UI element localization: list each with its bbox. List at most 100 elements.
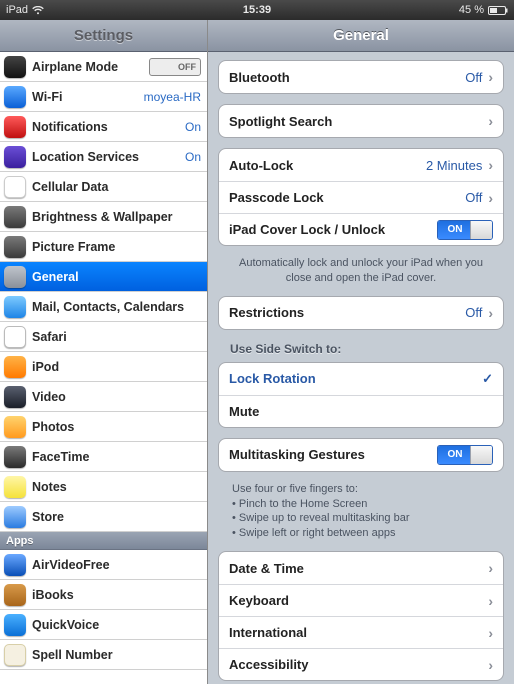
sidebar-item-4[interactable]: Cellular Data [0,172,207,202]
sidebar-app-3[interactable]: Spell Number [0,640,207,670]
sidebar-item-label: Picture Frame [32,240,115,254]
chevron-right-icon: › [488,69,493,85]
row-label: Mute [229,404,259,419]
sideswitch-mute[interactable]: Mute [219,395,503,427]
sidebar-list[interactable]: Airplane Mode OFF Wi-Fimoyea-HRNotificatio… [0,52,207,684]
sidebar-item-label: FaceTime [32,450,89,464]
sidebar-item-2[interactable]: NotificationsOn [0,112,207,142]
ic-bright-icon [4,206,26,228]
sidebar-app-0[interactable]: AirVideoFree [0,550,207,580]
ic-video-icon [4,386,26,408]
ic-photos-icon [4,416,26,438]
sidebar-item-value: moyea-HR [144,90,201,104]
row-label: Lock Rotation [229,371,316,386]
coverlock-row[interactable]: iPad Cover Lock / Unlock ON [219,213,503,245]
sidebar-app-2[interactable]: QuickVoice [0,610,207,640]
row-label: iPad Cover Lock / Unlock [229,222,385,237]
sidebar-item-15[interactable]: Store [0,502,207,532]
switch-knob [470,221,492,239]
row-label: Date & Time [229,561,304,576]
ic-notes-icon [4,476,26,498]
row-label: Multitasking Gestures [229,447,365,462]
multitasking-switch[interactable]: ON [437,445,493,465]
chevron-right-icon: › [488,657,493,673]
device-label: iPad [6,4,28,16]
sidebar-item-14[interactable]: Notes [0,472,207,502]
sideswitch-lockrotation[interactable]: Lock Rotation ✓ [219,363,503,395]
sidebar-item-12[interactable]: Photos [0,412,207,442]
coverlock-note: Automatically lock and unlock your iPad … [218,256,504,296]
restrictions-row[interactable]: Restrictions Off › [219,297,503,329]
row-label: Bluetooth [229,70,290,85]
chevron-right-icon: › [488,190,493,206]
wifi-icon [32,6,44,15]
sidebar-item-8[interactable]: Mail, Contacts, Calendars [0,292,207,322]
sidebar-item-label: Airplane Mode [32,60,118,74]
chevron-right-icon: › [488,560,493,576]
airplane-toggle[interactable]: OFF [149,58,201,76]
sidebar-app-1[interactable]: iBooks [0,580,207,610]
multitask-note: Use four or five fingers to: • Pinch to … [218,482,504,551]
sidebar-item-10[interactable]: iPod [0,352,207,382]
row-label: Auto-Lock [229,158,293,173]
multitasking-row[interactable]: Multitasking Gestures ON [219,439,503,471]
bluetooth-row[interactable]: Bluetooth Off › [219,61,503,93]
row-label: Spotlight Search [229,114,332,129]
coverlock-switch[interactable]: ON [437,220,493,240]
sideswitch-header: Use Side Switch to: [218,340,504,362]
sidebar-item-label: iPod [32,360,59,374]
international-row[interactable]: International › [219,616,503,648]
sidebar-item-label: QuickVoice [32,618,99,632]
ic-wifi-icon [4,86,26,108]
sidebar-item-13[interactable]: FaceTime [0,442,207,472]
ic-spell-icon [4,644,26,666]
row-label: International [229,625,307,640]
ic-facetime-icon [4,446,26,468]
sidebar-item-11[interactable]: Video [0,382,207,412]
sidebar-item-label: Video [32,390,66,404]
ic-safari-icon [4,326,26,348]
status-bar: iPad 15:39 45 % [0,0,514,20]
sidebar-item-label: Cellular Data [32,180,108,194]
ic-picframe-icon [4,236,26,258]
datetime-row[interactable]: Date & Time › [219,552,503,584]
sidebar-item-label: Notes [32,480,67,494]
ic-quickvoice-icon [4,614,26,636]
sidebar-title: Settings [0,20,207,52]
detail-title: General [208,20,514,52]
keyboard-row[interactable]: Keyboard › [219,584,503,616]
row-label: Restrictions [229,305,304,320]
ic-general-icon [4,266,26,288]
ic-cell-icon [4,176,26,198]
ic-ibooks-icon [4,584,26,606]
battery-pct: 45 % [459,4,484,16]
row-label: Accessibility [229,657,309,672]
passcode-row[interactable]: Passcode Lock Off › [219,181,503,213]
check-icon: ✓ [482,371,493,387]
sidebar: Settings Airplane ModeOFFWi-Fimoyea-HRNo… [0,20,208,684]
sidebar-item-label: Mail, Contacts, Calendars [32,300,184,314]
chevron-right-icon: › [488,305,493,321]
clock: 15:39 [243,4,271,16]
autolock-row[interactable]: Auto-Lock 2 Minutes › [219,149,503,181]
sidebar-item-9[interactable]: Safari [0,322,207,352]
sidebar-item-7[interactable]: General [0,262,207,292]
battery-icon [488,6,508,15]
ic-notif-icon [4,116,26,138]
sidebar-item-1[interactable]: Wi-Fimoyea-HR [0,82,207,112]
accessibility-row[interactable]: Accessibility › [219,648,503,680]
sidebar-item-6[interactable]: Picture Frame [0,232,207,262]
sidebar-item-value: On [185,120,201,134]
ic-store-icon [4,506,26,528]
detail-pane[interactable]: General Bluetooth Off › Spotlight Search… [208,20,514,684]
spotlight-row[interactable]: Spotlight Search › [219,105,503,137]
sidebar-item-0[interactable]: Airplane Mode OFF [0,52,207,82]
ic-ipod-icon [4,356,26,378]
sidebar-item-label: Photos [32,420,74,434]
row-value: Off [465,70,482,85]
ic-loc-icon [4,146,26,168]
sidebar-item-5[interactable]: Brightness & Wallpaper [0,202,207,232]
sidebar-item-label: iBooks [32,588,74,602]
ic-mail-icon [4,296,26,318]
sidebar-item-3[interactable]: Location ServicesOn [0,142,207,172]
